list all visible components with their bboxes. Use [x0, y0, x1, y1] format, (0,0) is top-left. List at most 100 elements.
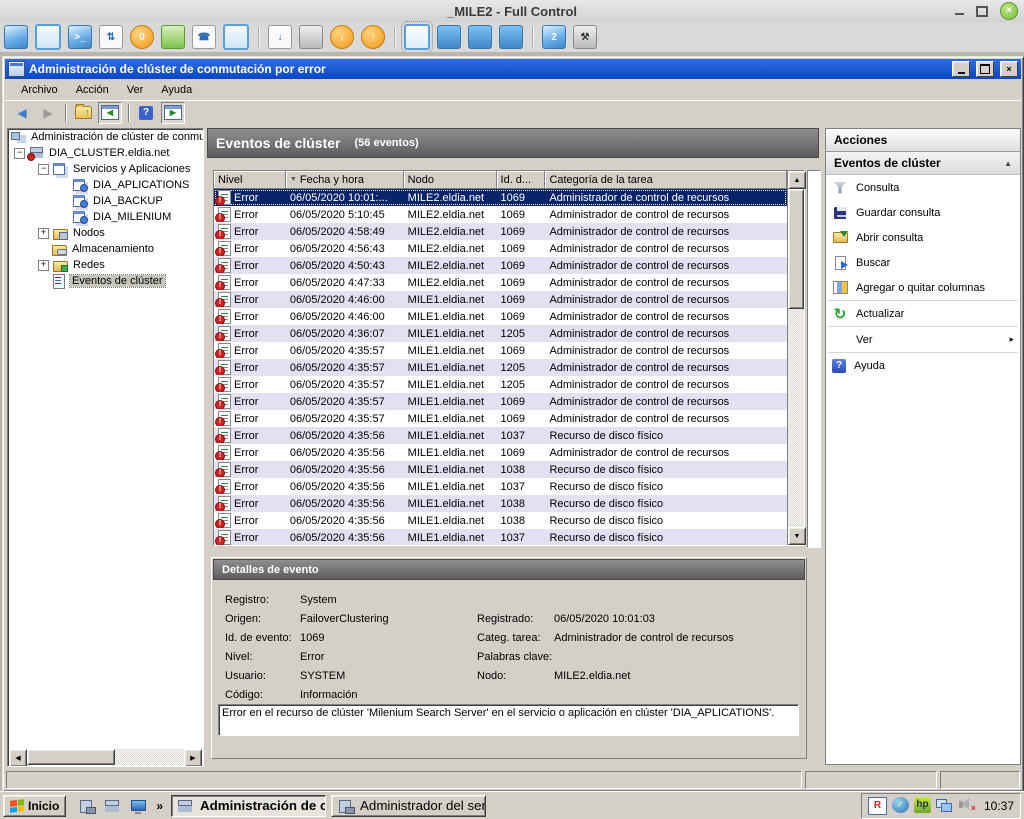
- menu-archivo[interactable]: Archivo: [13, 82, 66, 98]
- action-buscar[interactable]: Buscar: [826, 250, 1020, 275]
- viewer-close-button[interactable]: ×: [1000, 2, 1018, 20]
- menu-accion[interactable]: Acción: [68, 82, 117, 98]
- chat-icon[interactable]: [161, 25, 185, 49]
- minimize-button[interactable]: [952, 61, 970, 77]
- install-icon[interactable]: ↓: [268, 25, 292, 49]
- tree-item[interactable]: Administración de clúster de conmu: [8, 129, 203, 145]
- table-row[interactable]: Error06/05/2020 4:35:56MILE1.eldia.net10…: [214, 495, 787, 512]
- table-row[interactable]: Error06/05/2020 4:46:00MILE1.eldia.net10…: [214, 291, 787, 308]
- table-row[interactable]: Error06/05/2020 4:46:00MILE1.eldia.net10…: [214, 308, 787, 325]
- action-ayuda[interactable]: ?Ayuda: [826, 353, 1020, 378]
- table-row[interactable]: Error06/05/2020 4:35:56MILE1.eldia.net10…: [214, 427, 787, 444]
- tree-expander-minus[interactable]: −: [38, 164, 49, 175]
- tree-item[interactable]: −DIA_CLUSTER.eldia.net: [8, 145, 203, 161]
- scroll-down-button[interactable]: ▼: [788, 527, 806, 545]
- column-header-4[interactable]: Id. d...: [497, 171, 546, 189]
- task-button[interactable]: Administración de cl...: [171, 795, 326, 817]
- dual-monitor-icon[interactable]: 2: [542, 25, 566, 49]
- scroll-left-button[interactable]: ◀: [9, 749, 27, 767]
- view-scaled-icon[interactable]: [437, 25, 461, 49]
- network-icon[interactable]: [936, 797, 953, 813]
- tree-horizontal-scrollbar[interactable]: ◀▶: [9, 749, 202, 765]
- maximize-button[interactable]: [976, 61, 994, 77]
- tree-item[interactable]: +Redes: [8, 257, 203, 273]
- table-row[interactable]: Error06/05/2020 4:50:43MILE2.eldia.net10…: [214, 257, 787, 274]
- action-guardar-consulta[interactable]: Guardar consulta: [826, 200, 1020, 225]
- table-row[interactable]: Error06/05/2020 4:35:57MILE1.eldia.net10…: [214, 342, 787, 359]
- terminal-icon[interactable]: >_: [68, 25, 92, 49]
- volume-muted-icon[interactable]: ×: [958, 797, 975, 813]
- scroll-thumb[interactable]: [788, 189, 804, 309]
- actions-group-header[interactable]: Eventos de clúster ▲: [826, 152, 1020, 175]
- start-button[interactable]: Inicio: [3, 795, 66, 817]
- phone-icon[interactable]: ☎: [192, 25, 216, 49]
- export-list-icon[interactable]: ↑: [72, 103, 94, 123]
- table-row[interactable]: Error06/05/2020 4:35:57MILE1.eldia.net12…: [214, 359, 787, 376]
- table-row[interactable]: Error06/05/2020 4:35:57MILE1.eldia.net12…: [214, 376, 787, 393]
- scroll-up-button[interactable]: ▲: [788, 171, 806, 189]
- cluster-manager-icon[interactable]: [104, 798, 122, 814]
- view-windowed-icon[interactable]: [404, 24, 430, 50]
- upload-box-icon[interactable]: ↑: [361, 25, 385, 49]
- table-row[interactable]: Error06/05/2020 5:10:45MILE2.eldia.net10…: [214, 206, 787, 223]
- tree-item[interactable]: Almacenamiento: [8, 241, 203, 257]
- scroll-thumb[interactable]: [27, 749, 115, 765]
- table-row[interactable]: Error06/05/2020 10:01:...MILE2.eldia.net…: [214, 189, 787, 206]
- registry-icon[interactable]: [299, 25, 323, 49]
- tree-item[interactable]: −Servicios y Aplicaciones: [8, 161, 203, 177]
- task-button[interactable]: Administrador del servidor: [331, 795, 486, 817]
- tree-item[interactable]: DIA_APLICATIONS: [8, 177, 203, 193]
- close-button[interactable]: ×: [1000, 61, 1018, 77]
- action-ver[interactable]: Ver▸: [826, 327, 1020, 352]
- table-row[interactable]: Error06/05/2020 4:36:07MILE1.eldia.net12…: [214, 325, 787, 342]
- menu-ayuda[interactable]: Ayuda: [153, 82, 200, 98]
- table-row[interactable]: Error06/05/2020 4:35:56MILE1.eldia.net10…: [214, 529, 787, 545]
- remote-screen-icon[interactable]: [4, 25, 28, 49]
- column-header-3[interactable]: Nodo: [404, 171, 497, 189]
- scroll-right-button[interactable]: ▶: [184, 749, 202, 767]
- server-manager-icon[interactable]: [78, 798, 96, 814]
- tree-expander-minus[interactable]: −: [14, 148, 25, 159]
- viewer-restore-button[interactable]: [976, 6, 988, 17]
- table-row[interactable]: Error06/05/2020 4:56:43MILE2.eldia.net10…: [214, 240, 787, 257]
- network-globe-icon[interactable]: ✓: [892, 797, 909, 813]
- table-row[interactable]: Error06/05/2020 4:58:49MILE2.eldia.net10…: [214, 223, 787, 240]
- table-row[interactable]: Error06/05/2020 4:35:57MILE1.eldia.net10…: [214, 393, 787, 410]
- monitor-icon[interactable]: [35, 24, 61, 50]
- viewer-minimize-button[interactable]: [955, 7, 964, 15]
- table-row[interactable]: Error06/05/2020 4:35:56MILE1.eldia.net10…: [214, 461, 787, 478]
- table-row[interactable]: Error06/05/2020 4:35:56MILE1.eldia.net10…: [214, 444, 787, 461]
- settings-icon[interactable]: ⚒: [573, 25, 597, 49]
- power-icon[interactable]: 0: [130, 25, 154, 49]
- action-abrir-consulta[interactable]: Abrir consulta: [826, 225, 1020, 250]
- column-header-5[interactable]: Categoría de la tarea: [545, 171, 787, 189]
- column-header-1[interactable]: Nivel: [214, 171, 286, 189]
- scroll-track[interactable]: [115, 749, 184, 765]
- view-fullscreen-icon[interactable]: [499, 25, 523, 49]
- menu-ver[interactable]: Ver: [119, 82, 152, 98]
- collapse-icon[interactable]: ▲: [1004, 159, 1012, 168]
- hp-agent-icon[interactable]: hp: [914, 797, 931, 813]
- view-full-icon[interactable]: [468, 25, 492, 49]
- action-actualizar[interactable]: ↻Actualizar: [826, 301, 1020, 326]
- forward-icon[interactable]: ▶: [37, 103, 59, 123]
- action-agregar-o-quitar-columnas[interactable]: Agregar o quitar columnas: [826, 275, 1020, 300]
- event-list-vertical-scrollbar[interactable]: ▲▼: [787, 171, 804, 545]
- message-icon[interactable]: [223, 24, 249, 50]
- help-icon[interactable]: ?: [135, 103, 157, 123]
- chevron-icon[interactable]: »: [156, 799, 163, 813]
- table-row[interactable]: Error06/05/2020 4:35:57MILE1.eldia.net10…: [214, 410, 787, 427]
- show-desktop-icon[interactable]: [130, 798, 148, 814]
- tree-expander-plus[interactable]: +: [38, 228, 49, 239]
- tree-item[interactable]: +Nodos: [8, 225, 203, 241]
- action-consulta[interactable]: Consulta: [826, 175, 1020, 200]
- back-icon[interactable]: ◀: [11, 103, 33, 123]
- show-action-pane-icon[interactable]: ▶: [161, 102, 185, 124]
- show-console-tree-icon[interactable]: ◀: [98, 102, 122, 124]
- scroll-track[interactable]: [788, 309, 804, 527]
- tree-item[interactable]: DIA_BACKUP: [8, 193, 203, 209]
- column-header-2[interactable]: ▼Fecha y hora: [286, 171, 404, 189]
- table-row[interactable]: Error06/05/2020 4:35:56MILE1.eldia.net10…: [214, 512, 787, 529]
- download-box-icon[interactable]: ↓: [330, 25, 354, 49]
- table-row[interactable]: Error06/05/2020 4:35:56MILE1.eldia.net10…: [214, 478, 787, 495]
